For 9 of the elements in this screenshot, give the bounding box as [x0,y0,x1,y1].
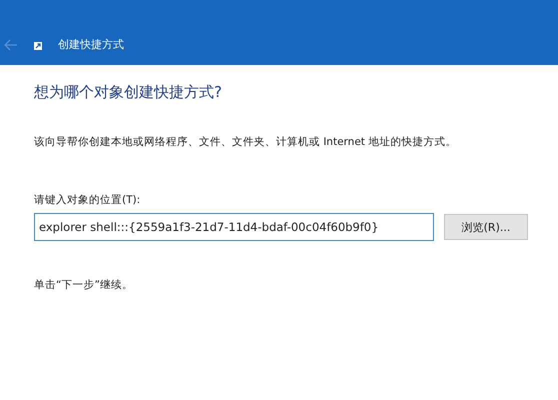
shortcut-icon [34,42,42,50]
browse-button[interactable]: 浏览(R)... [444,214,528,240]
back-arrow-icon[interactable] [4,39,18,51]
location-label: 请键入对象的位置(T): [34,193,142,207]
page-heading: 想为哪个对象创建快捷方式? [34,83,223,102]
location-field[interactable]: explorer shell:::{2559a1f3-21d7-11d4-bdaf-00c04f60b9f0} [34,213,434,241]
description-text: 该向导帮你创建本地或网络程序、文件、文件夹、计算机或 Internet 地址的快捷方式。 [34,135,458,149]
hint-text: 单击“下一步”继续。 [34,278,134,292]
window-title: 创建快捷方式 [58,37,124,52]
